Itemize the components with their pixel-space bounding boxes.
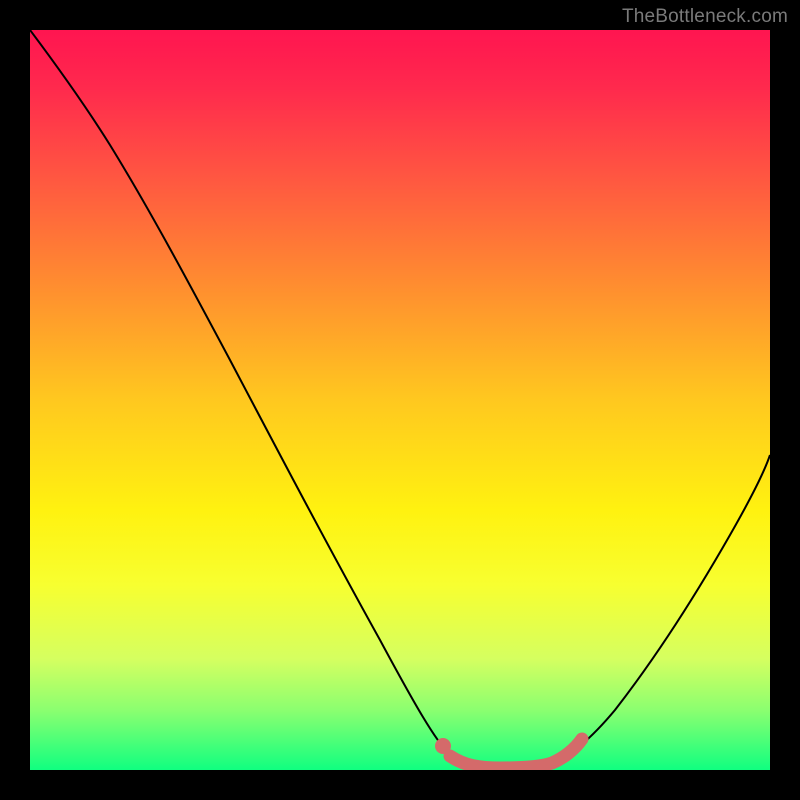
chart-overlay — [30, 30, 770, 770]
highlight-start-dot — [435, 738, 451, 754]
optimal-range-highlight — [450, 739, 582, 768]
watermark-text: TheBottleneck.com — [622, 6, 788, 28]
bottleneck-curve — [30, 30, 770, 768]
